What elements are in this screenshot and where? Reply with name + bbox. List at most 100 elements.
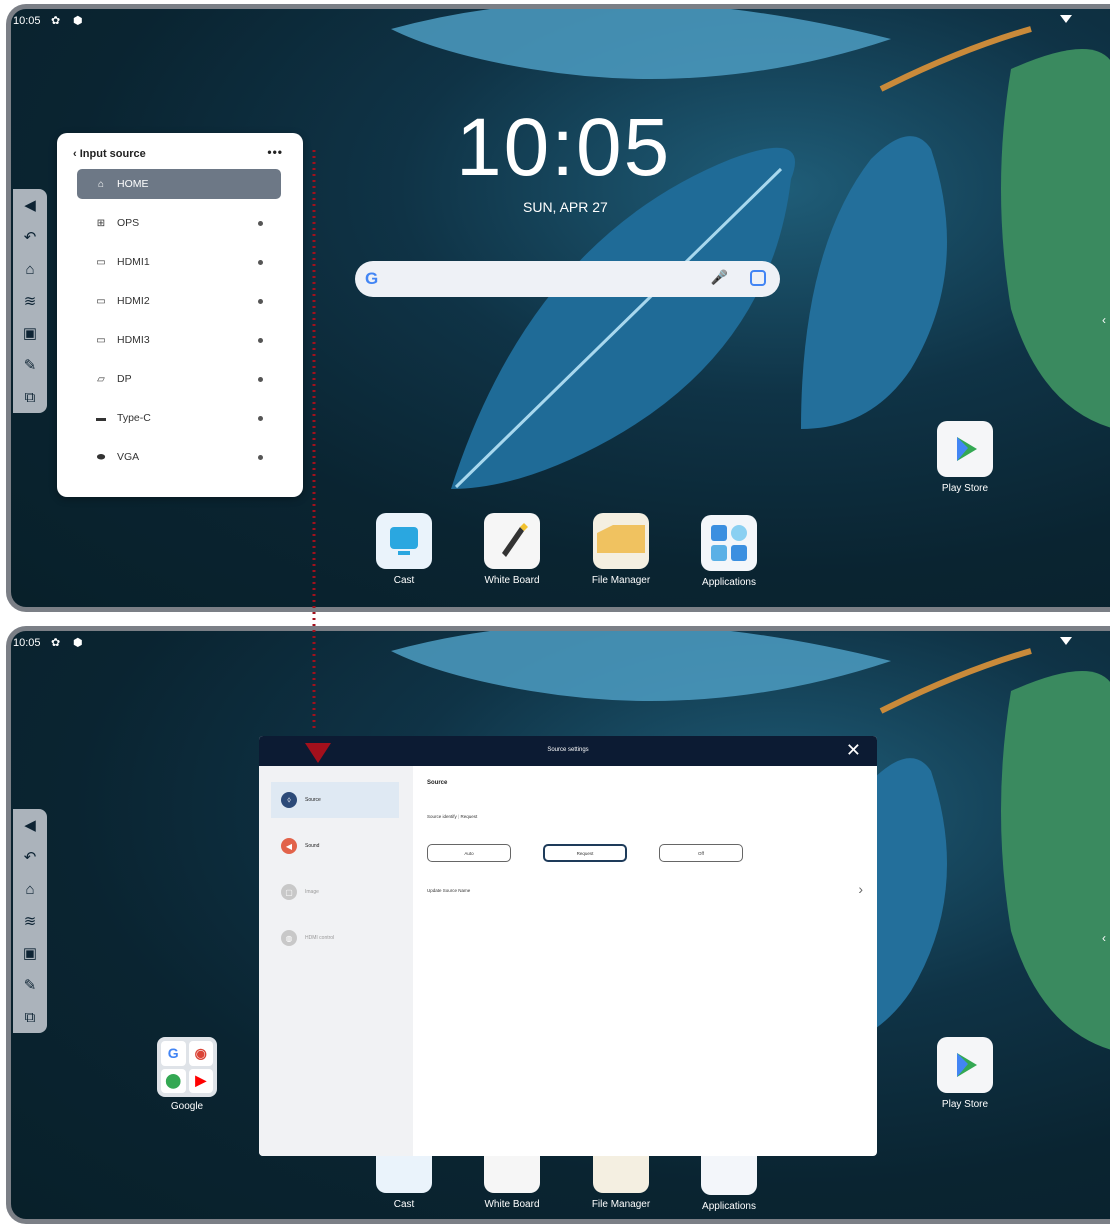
mic-icon[interactable]: 🎤 — [711, 269, 728, 286]
right-edge-chevron-icon[interactable]: ‹ — [1102, 313, 1106, 327]
annotate-icon[interactable]: ✎ — [13, 969, 47, 1001]
chrome-icon: ◉ — [188, 1041, 213, 1066]
home-icon[interactable]: ⌂ — [13, 253, 47, 285]
app-play-store[interactable]: Play Store — [915, 421, 1015, 494]
status-dot — [258, 415, 263, 421]
play-store-icon — [937, 1037, 993, 1093]
source-item-home[interactable]: ⌂ HOME — [77, 169, 281, 199]
dotted-connector — [312, 150, 316, 728]
source-item-ops[interactable]: ⊞ OPS — [77, 208, 281, 238]
wifi-icon — [1060, 15, 1072, 23]
nav-item-image[interactable]: ▢ Image — [271, 874, 399, 910]
update-source-name-row[interactable]: Update Source Name — [427, 888, 470, 893]
google-folder-label: Google — [170, 1101, 204, 1112]
settings-sidebar: ⬨ Source ◀ Sound ▢ Image ◍ HDMI control — [259, 766, 413, 1156]
nav-item-hdmi-control[interactable]: ◍ HDMI control — [271, 920, 399, 956]
settings-content: Source Source identify | Request Auto Re… — [427, 766, 877, 1156]
close-icon[interactable]: ✕ — [846, 740, 861, 761]
source-settings-dialog: Source settings ✕ ⬨ Source ◀ Sound ▢ Ima… — [259, 736, 877, 1156]
settings-icon: ✿ — [51, 15, 61, 27]
side-toolbar: ◀ ↶ ⌂ ≋ ▣ ✎ ⧉ — [13, 809, 47, 1033]
dialog-titlebar: Source settings ✕ — [259, 736, 877, 766]
status-bar: 10:05 ✿ ⬢ — [11, 635, 1110, 653]
youtube-icon: ▶ — [188, 1068, 213, 1093]
google-icon: G — [161, 1041, 186, 1066]
back-icon[interactable]: ↶ — [13, 841, 47, 873]
input-icon[interactable]: ▣ — [13, 937, 47, 969]
status-bar: 10:05 ✿ ⬢ — [11, 13, 1110, 31]
option-auto-button[interactable]: Auto — [427, 844, 511, 862]
maps-icon: ⬤ — [161, 1068, 186, 1093]
annotate-icon[interactable]: ✎ — [13, 349, 47, 381]
input-icon[interactable]: ▣ — [13, 317, 47, 349]
google-search-bar[interactable]: G 🎤 — [355, 261, 780, 297]
home-screen-top: 10:05 ✿ ⬢ 10:05 SUN, APR 27 G 🎤 ◀ ↶ ⌂ ≋ … — [6, 4, 1110, 612]
dialog-title: Source settings — [547, 747, 589, 753]
toolbox-icon[interactable]: ⧉ — [13, 381, 47, 413]
collapse-icon[interactable]: ◀ — [13, 809, 47, 841]
google-folder[interactable]: G ◉ ⬤ ▶ — [157, 1037, 217, 1097]
status-time: 10:05 — [13, 637, 41, 649]
input-source-panel: ‹ Input source ••• ⌂ HOME ⊞ OPS ▭ HDMI1 … — [57, 133, 303, 497]
nav-item-sound[interactable]: ◀ Sound — [271, 828, 399, 864]
usb-c-icon: ▬ — [96, 412, 106, 424]
hdmi-control-icon: ◍ — [281, 930, 297, 946]
sound-icon: ◀ — [281, 838, 297, 854]
home-clock: 10:05 — [456, 102, 672, 193]
side-toolbar: ◀ ↶ ⌂ ≋ ▣ ✎ ⧉ — [13, 189, 47, 413]
nav-item-source[interactable]: ⬨ Source — [271, 782, 399, 818]
status-dot — [258, 259, 263, 265]
windows-icon: ⊞ — [96, 217, 106, 229]
app-applications[interactable]: Applications — [679, 515, 779, 588]
status-dot — [258, 220, 263, 226]
source-item-hdmi2[interactable]: ▭ HDMI2 — [77, 286, 281, 316]
displayport-icon: ▱ — [97, 373, 105, 385]
source-item-dp[interactable]: ▱ DP — [77, 364, 281, 394]
home-icon: ⌂ — [97, 178, 105, 190]
shield-icon: ⬢ — [73, 15, 83, 27]
lens-icon[interactable] — [750, 270, 766, 286]
status-dot — [258, 376, 263, 382]
shield-icon: ⬢ — [73, 637, 83, 649]
status-dot — [258, 298, 263, 304]
status-time: 10:05 — [13, 15, 41, 27]
app-file-manager[interactable]: File Manager — [571, 513, 671, 586]
collapse-icon[interactable]: ◀ — [13, 189, 47, 221]
more-options-icon[interactable]: ••• — [267, 145, 283, 159]
image-icon: ▢ — [281, 884, 297, 900]
status-dot — [258, 337, 263, 343]
option-off-button[interactable]: Off — [659, 844, 743, 862]
hdmi-icon: ▭ — [96, 295, 106, 307]
settings-icon: ✿ — [51, 637, 61, 649]
source-item-vga[interactable]: ⬬ VGA — [77, 442, 281, 472]
toolbox-icon[interactable]: ⧉ — [13, 1001, 47, 1033]
app-cast[interactable]: Cast — [354, 513, 454, 586]
layers-icon[interactable]: ≋ — [13, 285, 47, 317]
cast-icon — [376, 513, 432, 569]
layers-icon[interactable]: ≋ — [13, 905, 47, 937]
home-icon[interactable]: ⌂ — [13, 873, 47, 905]
hdmi-icon: ▭ — [96, 334, 106, 346]
folder-icon — [593, 513, 649, 569]
chevron-right-icon[interactable]: › — [858, 881, 863, 897]
source-item-type-c[interactable]: ▬ Type-C — [77, 403, 281, 433]
back-icon[interactable]: ↶ — [13, 221, 47, 253]
pen-icon — [484, 513, 540, 569]
input-source-back-button[interactable]: ‹ Input source — [73, 148, 146, 160]
wifi-icon — [1060, 637, 1072, 645]
app-play-store[interactable]: Play Store — [915, 1037, 1015, 1110]
option-request-button[interactable]: Request — [543, 844, 627, 862]
pointer-arrow-marker — [305, 743, 331, 763]
app-whiteboard[interactable]: White Board — [462, 513, 562, 586]
vga-icon: ⬬ — [96, 451, 106, 463]
home-screen-bottom: 10:05 ✿ ⬢ ◀ ↶ ⌂ ≋ ▣ ✎ ⧉ ‹ G ◉ ⬤ ▶ Google… — [6, 626, 1110, 1224]
source-item-hdmi1[interactable]: ▭ HDMI1 — [77, 247, 281, 277]
section-heading: Source — [427, 780, 448, 786]
source-identify-row: Source identify | Request — [427, 814, 478, 819]
apps-grid-icon — [701, 515, 757, 571]
hdmi-icon: ▭ — [96, 256, 106, 268]
google-icon: G — [365, 269, 379, 288]
right-edge-chevron-icon[interactable]: ‹ — [1102, 931, 1106, 945]
source-item-hdmi3[interactable]: ▭ HDMI3 — [77, 325, 281, 355]
status-dot — [258, 454, 263, 460]
